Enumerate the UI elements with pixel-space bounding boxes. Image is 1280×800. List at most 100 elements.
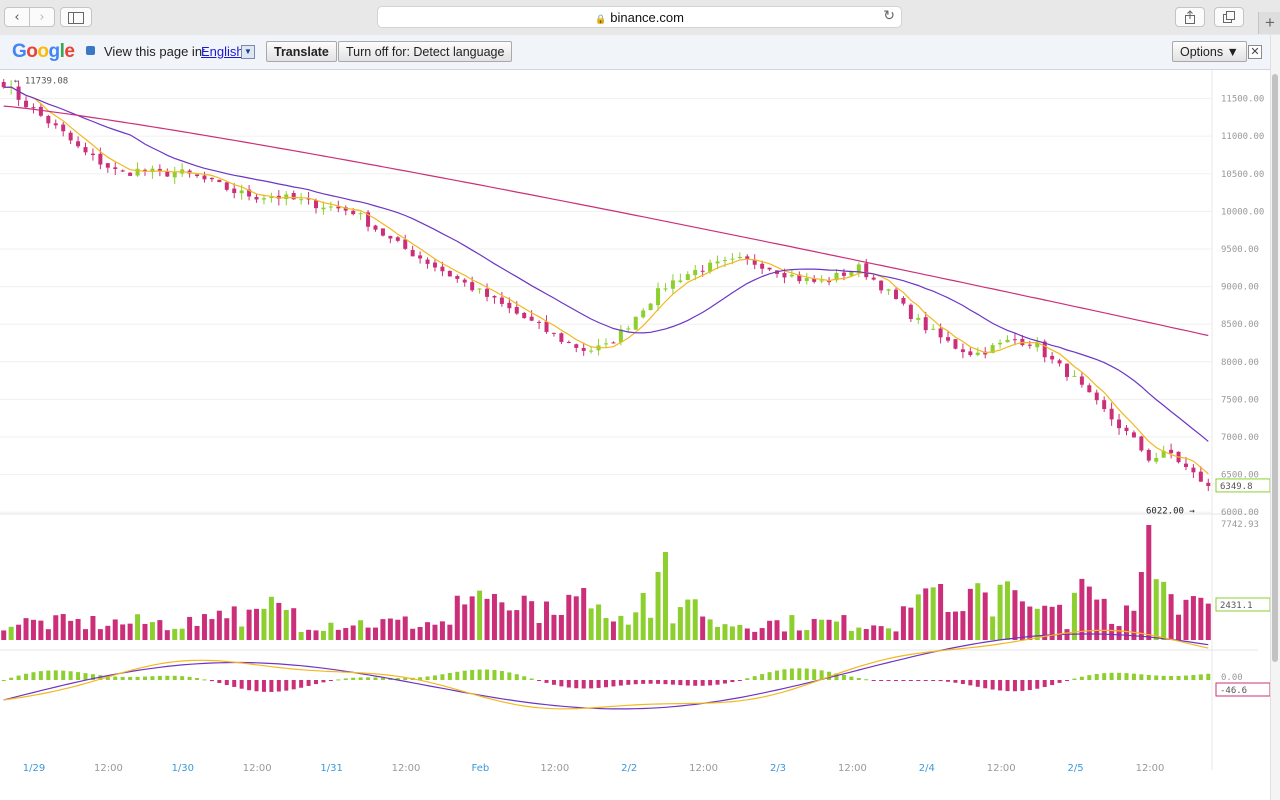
new-tab-button[interactable]: + — [1258, 12, 1280, 34]
candle-body — [1124, 427, 1129, 432]
candle-body — [120, 170, 125, 172]
volume-bar — [521, 595, 527, 640]
price-tick-label: 10500.00 — [1221, 170, 1264, 180]
candle-body — [529, 316, 534, 321]
time-axis-label: 12:00 — [987, 763, 1016, 774]
candle-body — [1094, 392, 1099, 401]
candle-body — [998, 342, 1003, 345]
candle-body — [83, 147, 88, 153]
candle-body — [879, 280, 884, 291]
volume-bar — [194, 625, 200, 640]
candle-body — [648, 303, 653, 311]
candle-body — [388, 235, 393, 239]
forward-button[interactable]: › — [29, 7, 55, 27]
volume-bar — [826, 619, 832, 640]
volume-bar — [796, 630, 802, 640]
time-axis-label: 12:00 — [392, 763, 421, 774]
macd-histogram-bar — [209, 680, 214, 682]
translate-button[interactable]: Translate — [266, 41, 337, 62]
address-bar[interactable]: 🔒 binance.com ↻ — [377, 6, 902, 28]
macd-histogram-bar — [708, 680, 713, 686]
close-translate-button[interactable]: ✕ — [1248, 45, 1262, 59]
candle-body — [626, 328, 631, 330]
macd-histogram-bar — [24, 673, 29, 680]
macd-histogram-bar — [663, 680, 668, 685]
volume-bar — [759, 628, 765, 640]
candle-body — [425, 259, 430, 264]
macd-histogram-bar — [1109, 672, 1114, 680]
language-link[interactable]: English — [201, 44, 244, 59]
candle-body — [611, 342, 616, 344]
macd-histogram-bar — [284, 680, 289, 691]
candle-body — [432, 262, 437, 268]
volume-bar — [804, 630, 810, 640]
candle-body — [462, 279, 467, 283]
volume-bar — [298, 631, 304, 640]
candle-body — [447, 270, 452, 277]
macd-histogram-bar — [276, 680, 281, 692]
macd-histogram-bar — [46, 670, 51, 680]
volume-bar — [655, 572, 661, 640]
macd-histogram-bar — [670, 680, 675, 685]
volume-bar — [261, 608, 267, 640]
time-axis-label: Feb — [472, 763, 490, 774]
macd-histogram-bar — [648, 680, 653, 684]
candle-body — [128, 172, 133, 176]
candle-body — [314, 200, 319, 209]
reload-icon[interactable]: ↻ — [883, 8, 895, 24]
volume-bar — [767, 620, 773, 640]
macd-histogram-bar — [38, 671, 43, 680]
candle-body — [715, 261, 720, 264]
price-tick-label: 6000.00 — [1221, 508, 1259, 518]
volume-bar — [224, 618, 230, 640]
candle-body — [291, 193, 296, 200]
macd-histogram-bar — [693, 680, 698, 686]
back-button[interactable]: ‹ — [4, 7, 30, 27]
macd-histogram-bar — [916, 680, 921, 681]
share-button[interactable] — [1175, 7, 1205, 27]
macd-histogram-bar — [551, 680, 556, 685]
turn-off-button[interactable]: Turn off for: Detect language — [338, 41, 513, 62]
macd-histogram-bar — [1206, 673, 1211, 680]
volume-bar — [990, 616, 996, 640]
candle-body — [700, 270, 705, 272]
macd-histogram-bar — [1072, 678, 1077, 680]
macd-histogram-bar — [180, 676, 185, 680]
candle-body — [604, 343, 608, 345]
macd-histogram-bar — [1, 680, 6, 681]
time-axis-label: 1/30 — [172, 763, 194, 774]
candle-body — [1050, 355, 1055, 360]
scrollbar-thumb[interactable] — [1272, 74, 1278, 662]
candle-body — [284, 194, 289, 199]
sidebar-toggle-button[interactable] — [60, 7, 92, 27]
volume-bar — [276, 602, 282, 640]
candle-body — [380, 228, 385, 236]
candle-body — [172, 172, 177, 178]
volume-bar — [1198, 597, 1204, 640]
macd-histogram-bar — [1139, 674, 1144, 680]
candle-body — [1102, 400, 1107, 410]
time-axis-label: 12:00 — [243, 763, 272, 774]
macd-histogram-bar — [351, 677, 356, 680]
options-button[interactable]: Options ▼ — [1172, 41, 1247, 62]
candle-body — [31, 107, 36, 109]
volume-bar — [320, 630, 326, 640]
volume-bar — [157, 620, 163, 640]
macd-histogram-bar — [931, 680, 936, 681]
tabs-overview-button[interactable] — [1214, 7, 1244, 27]
volume-bar — [1168, 594, 1174, 640]
candle-body — [886, 289, 891, 291]
macd-histogram-bar — [626, 680, 631, 685]
volume-bar — [603, 618, 609, 640]
language-dropdown-icon[interactable]: ▼ — [241, 45, 255, 59]
macd-histogram-bar — [68, 671, 73, 680]
candle-body — [485, 288, 490, 297]
volume-bar — [172, 628, 178, 640]
volume-bar — [410, 628, 416, 640]
price-chart[interactable]: 11500.00 11000.00 10500.00 10000.00 9500.00 9… — [0, 70, 1270, 780]
volume-bar — [618, 615, 624, 640]
macd-histogram-bar — [492, 670, 497, 680]
volume-bar — [610, 621, 616, 640]
volume-bar — [692, 599, 698, 640]
volume-bar — [1012, 590, 1018, 640]
